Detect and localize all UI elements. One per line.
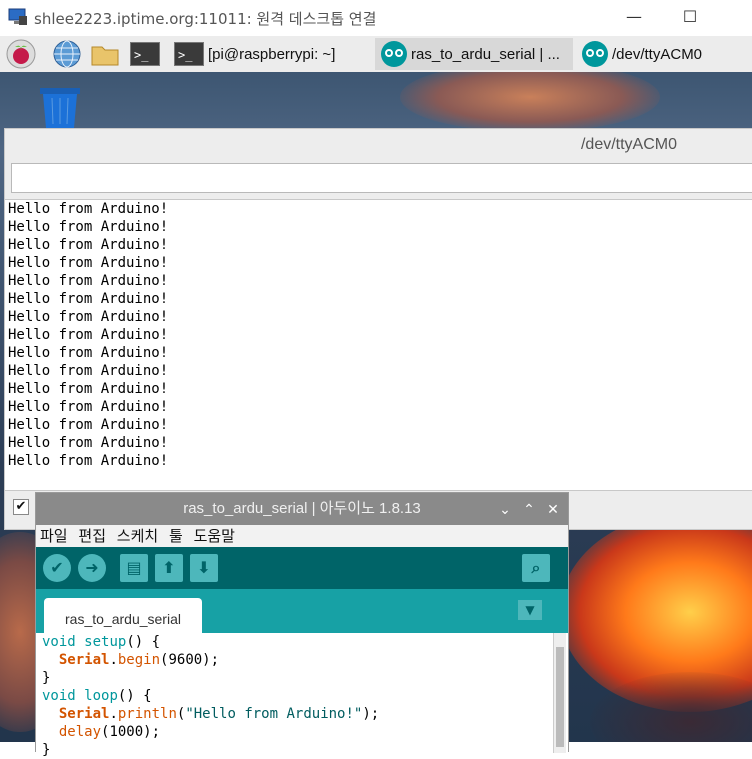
task-label: /dev/ttyACM0 <box>612 45 703 63</box>
ide-menu-bar: 파일 편집 스케치 툴 도움말 <box>36 525 568 547</box>
ide-title-bar: ras_to_ardu_serial | 아두이노 1.8.13 ⌄ ⌃ ✕ <box>36 493 568 525</box>
serial-output[interactable]: Hello from Arduino! Hello from Arduino! He… <box>5 199 752 491</box>
window-title: shlee2223.iptime.org:11011: 원격 데스크톱 연결 <box>34 10 377 28</box>
new-sketch-icon[interactable]: ▤ <box>120 554 148 582</box>
serial-output-line: Hello from Arduino! <box>8 345 169 361</box>
serial-output-line: Hello from Arduino! <box>8 435 169 451</box>
menu-sketch[interactable]: 스케치 <box>117 527 158 545</box>
serial-output-line: Hello from Arduino! <box>8 399 169 415</box>
tab-sketch[interactable]: ras_to_ardu_serial <box>44 598 202 633</box>
menu-help[interactable]: 도움말 <box>194 527 235 545</box>
ide-tab-bar: ras_to_ardu_serial ▼ <box>36 589 568 633</box>
serial-monitor-title: /dev/ttyACM0 <box>580 136 677 153</box>
menu-tools[interactable]: 툴 <box>169 527 183 545</box>
arduino-icon <box>381 41 407 67</box>
arduino-icon <box>582 41 608 67</box>
verify-icon[interactable]: ✔ <box>43 554 71 582</box>
upload-arrow-icon[interactable]: ➜ <box>78 554 106 582</box>
serial-monitor-window: /dev/ttyACM0 Hello from Arduino! Hello fr… <box>4 128 752 530</box>
code-line: } <box>42 742 51 758</box>
maximize-button[interactable]: ☐ <box>678 6 702 28</box>
taskbar: >_ >_ [pi@raspberrypi: ~] ras_to_ardu_se… <box>0 36 752 72</box>
trash-icon[interactable] <box>38 86 82 128</box>
tab-menu-icon[interactable]: ▼ <box>518 600 542 620</box>
remote-desktop-icon <box>8 8 27 25</box>
taskbar-task-arduino-ide[interactable]: ras_to_ardu_serial | ... <box>375 38 573 70</box>
code-line: } <box>42 670 51 686</box>
terminal-icon: >_ <box>174 42 204 66</box>
serial-output-line: Hello from Arduino! <box>8 255 169 271</box>
chevron-down-icon[interactable]: ⌄ <box>494 493 516 525</box>
serial-output-line: Hello from Arduino! <box>8 363 169 379</box>
serial-output-line: Hello from Arduino! <box>8 381 169 397</box>
code-editor[interactable]: void setup() { Serial.begin(9600);} void … <box>36 633 568 758</box>
code-line: Serial.begin(9600); <box>58 652 220 668</box>
editor-scrollbar[interactable] <box>553 633 566 753</box>
menu-edit[interactable]: 편집 <box>78 527 106 545</box>
save-sketch-icon[interactable]: ⬇ <box>190 554 218 582</box>
code-line: Serial.println("Hello from Arduino!"); <box>58 706 380 722</box>
code-line: void setup() { <box>42 634 161 650</box>
taskbar-task-terminal[interactable]: >_ [pi@raspberrypi: ~] <box>174 38 335 70</box>
terminal-launcher-icon[interactable]: >_ <box>130 42 160 72</box>
serial-output-line: Hello from Arduino! <box>8 453 169 469</box>
serial-output-line: Hello from Arduino! <box>8 273 169 289</box>
serial-output-line: Hello from Arduino! <box>8 237 169 253</box>
task-label: [pi@raspberrypi: ~] <box>208 45 336 63</box>
minimize-button[interactable]: — <box>622 6 646 28</box>
task-label: ras_to_ardu_serial | ... <box>411 45 560 63</box>
serial-output-line: Hello from Arduino! <box>8 291 169 307</box>
close-icon[interactable]: ✕ <box>542 493 564 525</box>
taskbar-task-serial-monitor[interactable]: /dev/ttyACM0 <box>578 38 702 70</box>
serial-output-line: Hello from Arduino! <box>8 219 169 235</box>
rdp-title-bar: shlee2223.iptime.org:11011: 원격 데스크톱 연결 —… <box>0 0 752 36</box>
open-sketch-icon[interactable]: ⬆ <box>155 554 183 582</box>
code-line: delay(1000); <box>58 724 161 740</box>
ide-title: ras_to_ardu_serial | 아두이노 1.8.13 <box>183 500 421 517</box>
serial-output-line: Hello from Arduino! <box>8 201 169 217</box>
code-line: void loop() { <box>42 688 152 704</box>
serial-monitor-icon[interactable]: ⌕ <box>522 554 550 582</box>
code-text[interactable]: void setup() { Serial.begin(9600);} void … <box>36 633 568 759</box>
menu-file[interactable]: 파일 <box>40 527 68 545</box>
arduino-ide-window: ras_to_ardu_serial | 아두이노 1.8.13 ⌄ ⌃ ✕ 파… <box>35 492 569 758</box>
file-manager-icon[interactable] <box>90 39 120 69</box>
ide-toolbar: ✔ ➜ ▤ ⬆ ⬇ ⌕ <box>36 547 568 589</box>
serial-output-line: Hello from Arduino! <box>8 417 169 433</box>
autoscroll-checkbox[interactable]: ✔ <box>13 499 29 515</box>
serial-send-input[interactable] <box>11 163 752 193</box>
serial-output-line: Hello from Arduino! <box>8 327 169 343</box>
raspberry-menu-icon[interactable] <box>6 39 36 69</box>
chevron-up-icon[interactable]: ⌃ <box>518 493 540 525</box>
web-browser-icon[interactable] <box>52 39 82 69</box>
serial-output-line: Hello from Arduino! <box>8 309 169 325</box>
